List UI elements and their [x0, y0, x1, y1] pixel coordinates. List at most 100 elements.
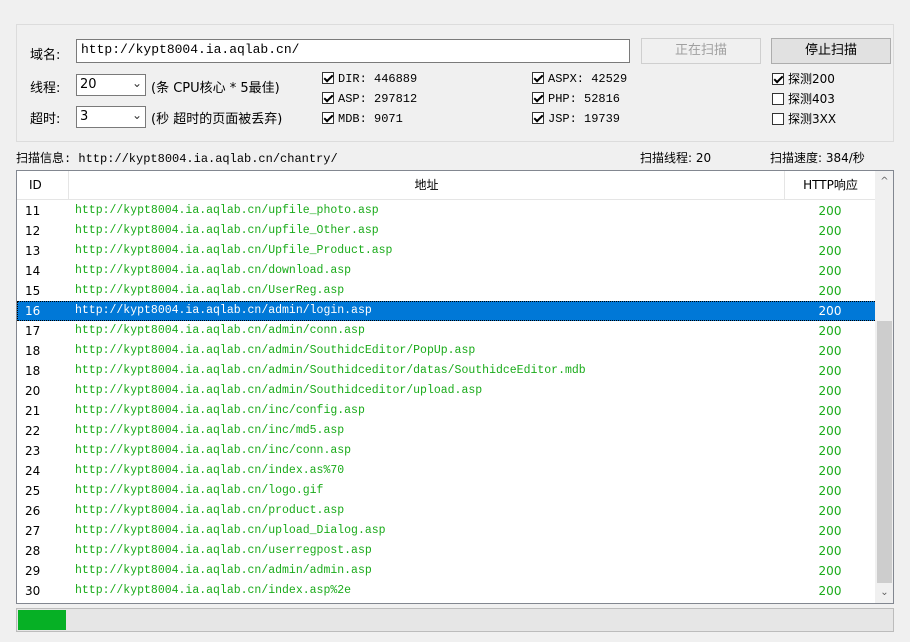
table-row[interactable]: 17 http://kypt8004.ia.aqlab.cn/admin/conn…	[17, 321, 877, 341]
row-http-code: 200	[818, 284, 842, 298]
header-http[interactable]: HTTP响应	[785, 171, 877, 199]
row-http-code: 200	[818, 564, 842, 578]
table-row[interactable]: 11 http://kypt8004.ia.aqlab.cn/upfile_pho…	[17, 201, 877, 221]
row-id: 21	[25, 404, 41, 418]
row-http-code: 200	[818, 244, 842, 258]
row-id: 20	[25, 384, 41, 398]
chevron-down-icon: ⌄	[131, 108, 142, 122]
probe-200-checkbox[interactable]: 探测200	[772, 72, 835, 88]
row-http-code: 200	[818, 304, 842, 318]
table-row[interactable]: 27 http://kypt8004.ia.aqlab.cn/upload_Dia…	[17, 521, 877, 541]
dict-asp-checkbox[interactable]: ASP: 297812	[322, 92, 417, 108]
row-id: 26	[25, 504, 41, 518]
table-row[interactable]: 21 http://kypt8004.ia.aqlab.cn/inc/config…	[17, 401, 877, 421]
row-http-code: 200	[818, 524, 842, 538]
row-url: http://kypt8004.ia.aqlab.cn/index.as%70	[75, 464, 345, 477]
header-id[interactable]: ID	[17, 171, 69, 199]
scan-speed: 扫描速度: 384/秒	[770, 151, 865, 165]
row-id: 13	[25, 244, 41, 258]
row-id: 30	[25, 584, 41, 598]
threads-value: 20	[80, 77, 97, 92]
results-list[interactable]: ID 地址 HTTP响应 11 http://kypt8004.ia.aqlab.…	[16, 170, 894, 604]
table-row[interactable]: 30 http://kypt8004.ia.aqlab.cn/index.asp%…	[17, 581, 877, 601]
row-url: http://kypt8004.ia.aqlab.cn/logo.gif	[75, 484, 324, 497]
scroll-up-arrow-icon[interactable]: ^	[876, 173, 893, 190]
header-url[interactable]: 地址	[69, 171, 785, 199]
domain-input[interactable]: http://kypt8004.ia.aqlab.cn/	[76, 39, 630, 63]
row-http-code: 200	[818, 384, 842, 398]
table-row[interactable]: 29 http://kypt8004.ia.aqlab.cn/admin/admi…	[17, 561, 877, 581]
progress-fill	[18, 610, 66, 630]
row-http-code: 200	[818, 264, 842, 278]
checkbox-unchecked-icon	[772, 113, 784, 125]
domain-label: 域名:	[30, 48, 61, 63]
row-id: 23	[25, 444, 41, 458]
row-url: http://kypt8004.ia.aqlab.cn/upfile_photo…	[75, 204, 379, 217]
stop-scan-button[interactable]: 停止扫描	[771, 38, 891, 64]
row-id: 18	[25, 364, 41, 378]
row-id: 25	[25, 484, 41, 498]
row-id: 28	[25, 544, 41, 558]
table-row[interactable]: 25 http://kypt8004.ia.aqlab.cn/logo.gif 20…	[17, 481, 877, 501]
checkbox-checked-icon	[532, 112, 544, 124]
dict-aspx-checkbox[interactable]: ASPX: 42529	[532, 72, 627, 88]
table-row[interactable]: 28 http://kypt8004.ia.aqlab.cn/userregpos…	[17, 541, 877, 561]
dict-php-checkbox[interactable]: PHP: 52816	[532, 92, 620, 108]
scanning-button[interactable]: 正在扫描	[641, 38, 761, 64]
table-row[interactable]: 26 http://kypt8004.ia.aqlab.cn/product.as…	[17, 501, 877, 521]
timeout-value: 3	[80, 109, 89, 124]
table-row[interactable]: 18 http://kypt8004.ia.aqlab.cn/admin/Sout…	[17, 361, 877, 381]
table-row[interactable]: 20 http://kypt8004.ia.aqlab.cn/admin/Sout…	[17, 381, 877, 401]
table-row[interactable]: 12 http://kypt8004.ia.aqlab.cn/upfile_Oth…	[17, 221, 877, 241]
row-id: 16	[25, 304, 41, 318]
row-http-code: 200	[818, 504, 842, 518]
probe-403-checkbox[interactable]: 探测403	[772, 92, 835, 108]
row-url: http://kypt8004.ia.aqlab.cn/admin/admin.…	[75, 564, 372, 577]
scrollbar-thumb[interactable]	[877, 321, 892, 583]
scroll-down-arrow-icon[interactable]: ⌄	[876, 584, 893, 601]
row-http-code: 200	[818, 324, 842, 338]
checkbox-checked-icon	[322, 112, 334, 124]
row-id: 18	[25, 344, 41, 358]
row-id: 22	[25, 424, 41, 438]
row-http-code: 200	[818, 344, 842, 358]
row-http-code: 200	[818, 584, 842, 598]
row-url: http://kypt8004.ia.aqlab.cn/admin/conn.a…	[75, 324, 365, 337]
scan-threads: 扫描线程: 20	[640, 151, 712, 165]
row-id: 14	[25, 264, 41, 278]
row-url: http://kypt8004.ia.aqlab.cn/UserReg.asp	[75, 284, 345, 297]
table-row[interactable]: 18 http://kypt8004.ia.aqlab.cn/admin/Sout…	[17, 341, 877, 361]
vertical-scrollbar[interactable]: ^ ⌄	[875, 171, 893, 603]
row-http-code: 200	[818, 484, 842, 498]
table-row[interactable]: 14 http://kypt8004.ia.aqlab.cn/download.a…	[17, 261, 877, 281]
row-url: http://kypt8004.ia.aqlab.cn/admin/Southi…	[75, 384, 483, 397]
row-url: http://kypt8004.ia.aqlab.cn/upfile_Other…	[75, 224, 379, 237]
timeout-select[interactable]: 3 ⌄	[76, 106, 146, 128]
row-url: http://kypt8004.ia.aqlab.cn/index.asp%2e	[75, 584, 352, 597]
table-row[interactable]: 22 http://kypt8004.ia.aqlab.cn/inc/md5.as…	[17, 421, 877, 441]
row-id: 27	[25, 524, 41, 538]
row-http-code: 200	[818, 404, 842, 418]
table-row[interactable]: 15 http://kypt8004.ia.aqlab.cn/UserReg.as…	[17, 281, 877, 301]
table-row[interactable]: 13 http://kypt8004.ia.aqlab.cn/Upfile_Pro…	[17, 241, 877, 261]
threads-select[interactable]: 20 ⌄	[76, 74, 146, 96]
row-id: 24	[25, 464, 41, 478]
probe-3xx-checkbox[interactable]: 探测3XX	[772, 112, 836, 128]
row-url: http://kypt8004.ia.aqlab.cn/inc/md5.asp	[75, 424, 345, 437]
table-row[interactable]: 24 http://kypt8004.ia.aqlab.cn/index.as%7…	[17, 461, 877, 481]
chevron-down-icon: ⌄	[131, 76, 142, 90]
row-url: http://kypt8004.ia.aqlab.cn/admin/Southi…	[75, 364, 586, 377]
timeout-label: 超时:	[30, 112, 61, 127]
checkbox-checked-icon	[322, 72, 334, 84]
row-url: http://kypt8004.ia.aqlab.cn/upload_Dialo…	[75, 524, 386, 537]
list-rows: 11 http://kypt8004.ia.aqlab.cn/upfile_pho…	[17, 201, 877, 601]
list-header: ID 地址 HTTP响应	[17, 171, 877, 200]
row-url: http://kypt8004.ia.aqlab.cn/Upfile_Produ…	[75, 244, 393, 257]
dict-mdb-checkbox[interactable]: MDB: 9071	[322, 112, 403, 128]
table-row[interactable]: 23 http://kypt8004.ia.aqlab.cn/inc/conn.a…	[17, 441, 877, 461]
dict-jsp-checkbox[interactable]: JSP: 19739	[532, 112, 620, 128]
dict-dir-checkbox[interactable]: DIR: 446889	[322, 72, 417, 88]
row-id: 12	[25, 224, 41, 238]
timeout-hint: (秒 超时的页面被丢弃)	[151, 112, 283, 127]
table-row[interactable]: 16 http://kypt8004.ia.aqlab.cn/admin/logi…	[17, 301, 877, 321]
